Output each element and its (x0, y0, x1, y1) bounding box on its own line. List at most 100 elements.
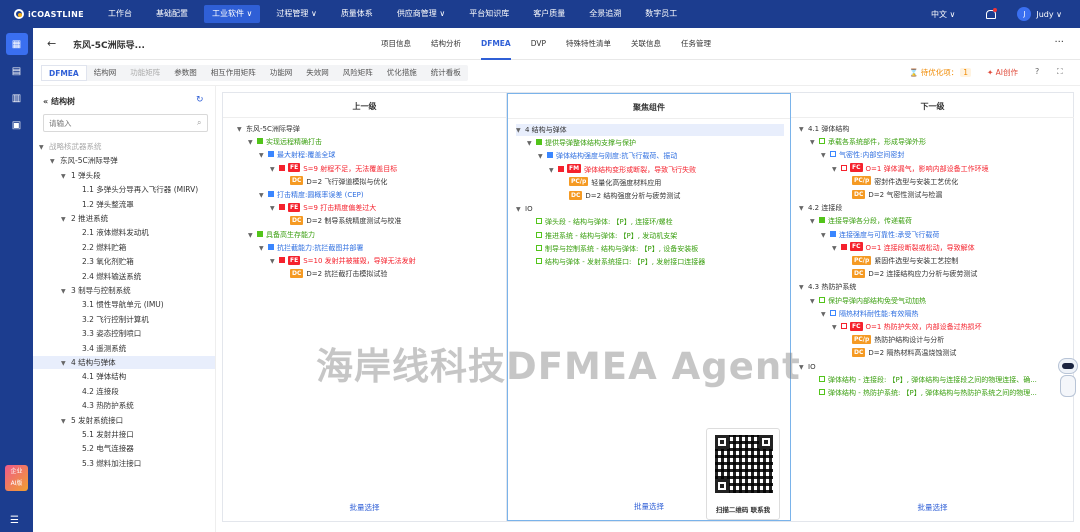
expand-arrow-icon[interactable]: ▼ (832, 243, 841, 255)
node-type-icon[interactable] (536, 139, 542, 146)
tree-arrow-icon[interactable]: ▼ (61, 357, 71, 370)
rail-book-icon[interactable]: ▥ (6, 87, 28, 109)
tree-node[interactable]: 2.3 氧化剂贮箱 (33, 255, 215, 268)
subtab[interactable]: DFMEA (41, 65, 87, 81)
subtab[interactable]: 功能网 (263, 65, 300, 81)
dfmea-row[interactable]: ▼ 4.1 弹体结构 (799, 123, 849, 135)
refresh-icon[interactable]: ↻ (196, 95, 204, 105)
dfmea-row[interactable]: ▼ 连接导弹各分段，传递载荷 (810, 215, 912, 227)
expand-arrow-icon[interactable]: ▼ (821, 230, 830, 242)
tree-node[interactable]: 2.2 燃料贮箱 (33, 241, 215, 254)
subtab[interactable]: 结构网 (87, 65, 124, 81)
topnav-item[interactable]: 客户质量 (525, 5, 573, 23)
node-type-icon[interactable] (279, 204, 285, 211)
node-type-icon[interactable] (830, 309, 836, 316)
node-type-icon[interactable] (536, 231, 542, 238)
node-type-icon[interactable] (268, 151, 274, 158)
dfmea-row[interactable]: ▼ 承载各系统部件，形成导弹外形 (810, 136, 926, 148)
node-type-icon[interactable] (536, 244, 542, 251)
dfmea-row[interactable]: ▼ FC O=1 连接段断裂或松动，导致解体 (832, 242, 975, 254)
app-logo[interactable]: iCOASTLINE (0, 0, 100, 28)
dfmea-row[interactable]: DC D=2 抗拦截打击模拟试验 (281, 268, 387, 280)
topnav-item[interactable]: 质量体系 (333, 5, 381, 23)
upper-batch-select[interactable]: 批量选择 (223, 502, 506, 513)
dfmea-row[interactable]: 制导与控制系统 - 结构与弹体: 【P】, 设备安装板 (527, 243, 698, 255)
lower-batch-select[interactable]: 批量选择 (791, 502, 1074, 513)
enterprise-ai-button[interactable]: 企业 AI版 (5, 465, 28, 491)
tree-node[interactable]: 3.1 惯性导航单元 (IMU) (33, 298, 215, 311)
tree-node[interactable]: 3.4 遥测系统 (33, 342, 215, 355)
dfmea-row[interactable]: 弹头段 - 结构与弹体: 【P】, 连接环/螺栓 (527, 216, 673, 228)
expand-arrow-icon[interactable]: ▼ (799, 282, 808, 294)
node-type-icon[interactable] (257, 230, 263, 237)
expand-arrow-icon[interactable]: ▼ (821, 150, 830, 162)
tree-node[interactable]: 5.2 电气连接器 (33, 442, 215, 455)
node-type-icon[interactable] (268, 191, 274, 197)
dfmea-row[interactable]: DC D=2 隔热材料高温烧蚀测试 (843, 347, 956, 359)
expand-arrow-icon[interactable]: ▼ (527, 138, 536, 150)
header-tab[interactable]: 关联信息 (631, 28, 661, 60)
pending-optimization[interactable]: ⌛ 待优化项： 1 (909, 67, 972, 78)
topnav-item[interactable]: 基础配置 (148, 5, 196, 23)
tree-node[interactable]: ▼ 战略核武器系统 (33, 140, 215, 153)
tree-node[interactable]: ▼ 5 发射系统接口 (33, 414, 215, 427)
topnav-item[interactable]: 工作台 (100, 5, 140, 23)
bell-icon[interactable] (985, 8, 998, 19)
node-type-icon[interactable] (268, 243, 274, 250)
dfmea-row[interactable]: ▼ FC O=1 热防护失效，内部设备过热损坏 (832, 321, 982, 333)
subtab[interactable]: 参数图 (167, 65, 204, 81)
expand-arrow-icon[interactable]: ▼ (270, 256, 279, 268)
node-type-icon[interactable] (257, 138, 263, 145)
tree-node[interactable]: ▼ 2 推进系统 (33, 212, 215, 225)
tree-node[interactable]: 1.2 弹头整流罩 (33, 198, 215, 211)
node-type-icon[interactable] (536, 258, 542, 264)
dfmea-row[interactable]: 结构与弹体 - 发射系统接口: 【P】, 发射接口连接器 (527, 256, 705, 268)
expand-arrow-icon[interactable]: ▼ (259, 243, 268, 255)
node-type-icon[interactable] (819, 375, 825, 382)
expand-arrow-icon[interactable]: ▼ (799, 203, 808, 215)
dfmea-row[interactable]: ▼ FE S=10 发射并被摧毁，导弹无法发射 (270, 255, 416, 267)
node-type-icon[interactable] (830, 230, 836, 237)
node-type-icon[interactable] (558, 165, 564, 172)
dfmea-row[interactable]: ▼ 气密性:内部空间密封 (821, 149, 904, 161)
tree-node[interactable]: 2.1 液体燃料发动机 (33, 226, 215, 239)
node-type-icon[interactable] (819, 138, 825, 145)
rail-chart-icon[interactable]: ▤ (6, 60, 28, 82)
expand-arrow-icon[interactable]: ▼ (270, 203, 279, 215)
tree-node[interactable]: 2.4 燃料输送系统 (33, 270, 215, 283)
dfmea-row[interactable]: ▼ 抗拦截能力:抗拦截图并部署 (259, 242, 363, 254)
help-icon[interactable]: ? (1035, 67, 1039, 76)
user-menu[interactable]: Judy ∨ (1036, 10, 1062, 19)
tree-node[interactable]: 4.1 弹体结构 (33, 370, 215, 383)
dfmea-row[interactable]: ▼ 提供导弹整体结构支撑与保护 (527, 137, 636, 149)
dfmea-row[interactable]: ▼ 保护导弹内部结构免受气动加热 (810, 295, 926, 307)
dfmea-row[interactable]: ▼ FC O=1 弹体漏气，影响内部设备工作环境 (832, 163, 989, 175)
collapse-double-icon[interactable]: « (43, 97, 51, 106)
tree-arrow-icon[interactable]: ▼ (61, 285, 71, 298)
topnav-item[interactable]: 数字员工 (637, 5, 685, 23)
node-type-icon[interactable] (536, 218, 542, 225)
node-type-icon[interactable] (830, 151, 836, 158)
tree-arrow-icon[interactable]: ▼ (39, 141, 49, 154)
dfmea-row[interactable]: ▼ 4.3 热防护系统 (799, 281, 856, 293)
header-tab[interactable]: 结构分析 (431, 28, 461, 60)
node-type-icon[interactable] (547, 152, 553, 159)
tree-node[interactable]: 5.3 燃料加注接口 (33, 457, 215, 470)
rail-grid-icon[interactable]: ▣ (6, 114, 28, 136)
language-selector[interactable]: 中文 ∨ (931, 9, 955, 20)
dfmea-row[interactable]: ▼ 东风-5C洲际导弹 (237, 123, 300, 135)
expand-arrow-icon[interactable]: ▼ (259, 150, 268, 162)
node-type-icon[interactable] (279, 257, 285, 263)
tree-node[interactable]: ▼ 3 制导与控制系统 (33, 284, 215, 297)
expand-arrow-icon[interactable]: ▼ (259, 190, 268, 202)
dfmea-row[interactable]: DC D=2 制导系统精度测试与校准 (281, 215, 401, 227)
expand-arrow-icon[interactable]: ▼ (248, 137, 257, 149)
avatar[interactable]: J (1017, 7, 1032, 21)
fullscreen-icon[interactable]: ⛶ (1057, 67, 1063, 77)
dfmea-row[interactable]: DC D=2 飞行弹道模拟与优化 (281, 176, 387, 188)
dfmea-row[interactable]: DC D=2 结构强度分析与疲劳测试 (560, 190, 680, 202)
tree-arrow-icon[interactable]: ▼ (50, 155, 60, 168)
dfmea-row[interactable]: ▼ IO (516, 203, 533, 215)
node-type-icon[interactable] (819, 217, 825, 224)
header-tab[interactable]: 特殊特性清单 (566, 28, 611, 60)
